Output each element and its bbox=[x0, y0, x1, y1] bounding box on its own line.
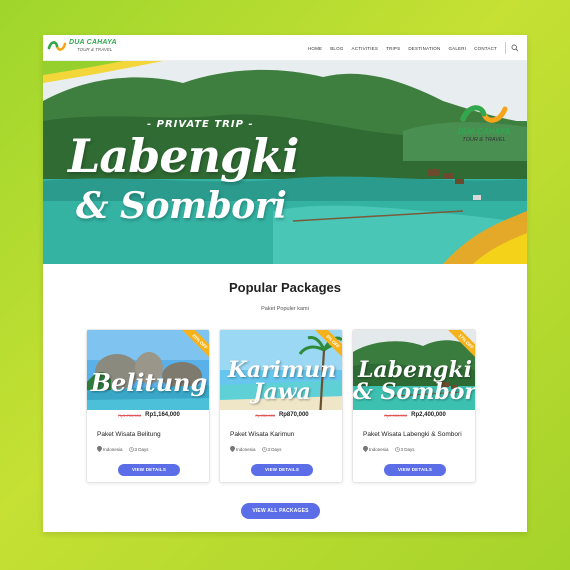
nav-destination[interactable]: DESTINATION bbox=[408, 46, 440, 51]
hero-title-line1: Labengki bbox=[68, 129, 300, 183]
package-duration: 3 Days bbox=[400, 446, 415, 452]
package-image-title: Belitung bbox=[90, 368, 208, 397]
package-meta: Indonesia 3 Days bbox=[230, 446, 282, 452]
package-location: Indonesia bbox=[236, 446, 256, 452]
package-card[interactable]: Belitung 20% OFF Rp1,700,000 Rp1,164,000… bbox=[86, 329, 210, 483]
price-old: Rp2,900,000 bbox=[384, 412, 408, 418]
logo-name: DUA CAHAYA bbox=[69, 39, 117, 46]
nav-divider bbox=[505, 42, 506, 54]
package-card[interactable]: Labengki & Sombori 17% OFF Rp2,900,000 R… bbox=[352, 329, 476, 483]
hero-logo-tagline: TOUR & TRAVEL bbox=[462, 137, 506, 143]
package-name[interactable]: Paket Wisata Labengki & Sombori bbox=[363, 431, 462, 438]
hero-banner: - PRIVATE TRIP - Labengki & Sombori DUA … bbox=[43, 61, 527, 264]
nav-home[interactable]: HOME bbox=[308, 46, 322, 51]
logo-swoosh-icon bbox=[460, 105, 508, 123]
clock-icon bbox=[394, 446, 400, 452]
hero-logo: DUA CAHAYA TOUR & TRAVEL bbox=[449, 101, 519, 149]
nav-blog[interactable]: BLOG bbox=[330, 46, 343, 51]
web-page: DUA CAHAYA TOUR & TRAVEL HOME BLOG ACTIV… bbox=[43, 35, 527, 532]
section-title: Popular Packages bbox=[229, 280, 341, 295]
view-details-button[interactable]: VIEW DETAILS bbox=[118, 464, 180, 476]
clock-icon bbox=[261, 446, 267, 452]
package-meta: Indonesia 3 Days bbox=[363, 446, 415, 452]
package-location: Indonesia bbox=[369, 446, 389, 452]
package-image-title-line2: Jawa bbox=[253, 379, 311, 405]
package-image-title-line1: Karimun bbox=[227, 357, 337, 383]
hero-logo-name: DUA CAHAYA bbox=[457, 127, 511, 136]
price-new: Rp1,164,000 bbox=[145, 412, 180, 418]
hero-title-line2: & Sombori bbox=[76, 185, 287, 227]
package-name[interactable]: Paket Wisata Karimun bbox=[230, 431, 294, 438]
package-image-title-line2: & Sombori bbox=[353, 379, 476, 405]
section-subtitle: Paket Populer kami bbox=[261, 306, 309, 312]
nav-contact[interactable]: CONTACT bbox=[474, 46, 497, 51]
location-pin-icon bbox=[230, 446, 235, 452]
package-location: Indonesia bbox=[103, 446, 123, 452]
package-duration: 3 Days bbox=[267, 446, 282, 452]
view-all-packages-button[interactable]: VIEW ALL PACKAGES bbox=[241, 503, 320, 519]
nav-trips[interactable]: TRIPS bbox=[386, 46, 400, 51]
search-icon[interactable] bbox=[511, 44, 519, 52]
nav-galeri[interactable]: GALERI bbox=[448, 46, 466, 51]
price-new: Rp2,400,000 bbox=[411, 412, 446, 418]
location-pin-icon bbox=[363, 446, 368, 452]
location-pin-icon bbox=[97, 446, 102, 452]
package-image-title-line1: Labengki bbox=[357, 357, 473, 383]
price-old: Rp1,700,000 bbox=[118, 412, 142, 418]
package-meta: Indonesia 3 Days bbox=[97, 446, 149, 452]
package-card[interactable]: Karimun Jawa 6% OFF Rp930,000 Rp870,000 … bbox=[219, 329, 343, 483]
price-old: Rp930,000 bbox=[255, 412, 275, 418]
package-name[interactable]: Paket Wisata Belitung bbox=[97, 431, 161, 438]
main-nav: HOME BLOG ACTIVITIES TRIPS DESTINATION G… bbox=[308, 35, 497, 61]
site-logo[interactable]: DUA CAHAYA TOUR & TRAVEL bbox=[47, 38, 127, 58]
package-image[interactable]: Belitung 20% OFF bbox=[87, 330, 209, 418]
view-details-button[interactable]: VIEW DETAILS bbox=[251, 464, 313, 476]
package-image[interactable]: Labengki & Sombori 17% OFF bbox=[353, 330, 476, 418]
logo-tagline: TOUR & TRAVEL bbox=[77, 47, 113, 52]
logo-swoosh-icon bbox=[47, 41, 67, 51]
package-duration: 3 Days bbox=[134, 446, 149, 452]
package-image[interactable]: Karimun Jawa 6% OFF bbox=[220, 330, 342, 418]
price-bar: Rp930,000 Rp870,000 bbox=[220, 410, 342, 420]
price-bar: Rp1,700,000 Rp1,164,000 bbox=[87, 410, 209, 420]
nav-activities[interactable]: ACTIVITIES bbox=[352, 46, 379, 51]
view-details-button[interactable]: VIEW DETAILS bbox=[384, 464, 446, 476]
price-new: Rp870,000 bbox=[278, 412, 309, 418]
clock-icon bbox=[128, 446, 134, 452]
price-bar: Rp2,900,000 Rp2,400,000 bbox=[353, 410, 475, 420]
site-header: DUA CAHAYA TOUR & TRAVEL HOME BLOG ACTIV… bbox=[43, 35, 527, 61]
